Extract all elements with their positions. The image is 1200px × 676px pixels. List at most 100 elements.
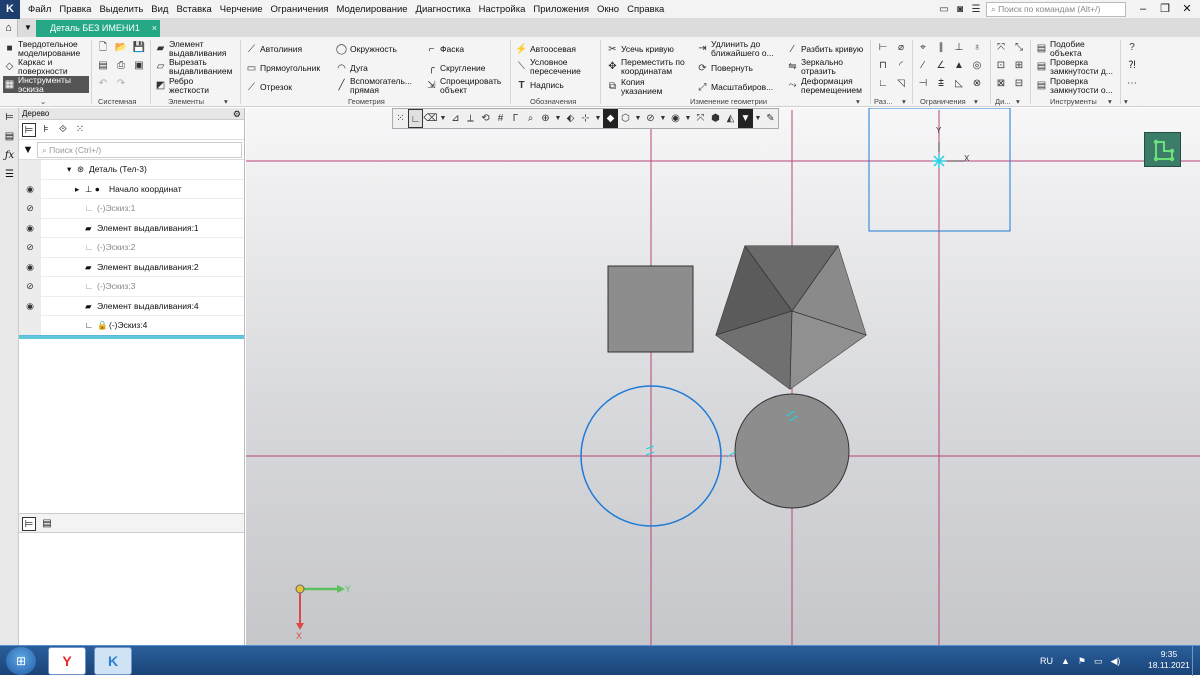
components-icon[interactable]: ⟐ <box>56 123 70 137</box>
dropdown-icon[interactable]: ▼ <box>753 109 763 128</box>
menu-settings[interactable]: Настройка <box>475 0 530 19</box>
menu-edit[interactable]: Правка <box>55 0 95 19</box>
eye-icon[interactable]: ◉ <box>19 257 41 277</box>
tree-item-sketch-1[interactable]: ⊘ ∟ (-)Эскиз:1 <box>19 199 244 219</box>
parallel-icon[interactable]: ∥ <box>934 41 948 55</box>
start-button[interactable]: ⊞ <box>6 647 36 675</box>
similar-object-button[interactable]: ▤ Подобие объекта <box>1035 40 1102 57</box>
eye-icon[interactable]: ◉ <box>19 296 41 316</box>
rectangle-button[interactable]: ▭ Прямоугольник <box>245 62 320 75</box>
shaded-cube-icon[interactable]: ◆ <box>603 109 618 128</box>
trim-button[interactable]: ✂ Усечь кривую <box>606 43 674 56</box>
diag-clear-icon[interactable]: ⊟ <box>1012 77 1026 91</box>
show-desktop-button[interactable] <box>1192 646 1200 676</box>
language-indicator[interactable]: RU <box>1040 656 1053 666</box>
tree-item-sketch-2[interactable]: ⊘ ∟ (-)Эскиз:2 <box>19 238 244 258</box>
eye-hidden-icon[interactable]: ⊘ <box>19 199 41 218</box>
tips-icon[interactable]: ⋯ <box>1125 77 1139 91</box>
perpendicular-icon[interactable]: ⊥ <box>952 41 966 55</box>
tree-item-sketch-4[interactable]: ∟ 🔒 (-)Эскиз:4 <box>19 316 244 336</box>
extrude-button[interactable]: ▰ Элемент выдавливания <box>154 40 237 57</box>
arc-button[interactable]: ◠ Дуга <box>335 62 368 75</box>
structure-view-icon[interactable]: ⊨ <box>22 123 36 137</box>
visibility-eye-icon[interactable]: ◉ <box>668 109 683 128</box>
command-search-input[interactable]: ⌕ Поиск по командам (Alt+/) <box>986 2 1126 17</box>
exit-sketch-button[interactable] <box>1144 132 1181 167</box>
group-edit-expand-icon[interactable]: ▾ <box>856 97 860 106</box>
menu-constraints[interactable]: Ограничения <box>267 0 333 19</box>
menu-diagnostics[interactable]: Диагностика <box>412 0 475 19</box>
zoom-rotate-icon[interactable]: ⟲ <box>478 109 493 128</box>
app-logo-icon[interactable]: K <box>0 0 20 19</box>
save-icon[interactable]: 💾 <box>132 41 146 55</box>
concentric-icon[interactable]: ◎ <box>970 59 984 73</box>
auto-axis-button[interactable]: ⚡ Автоосевая <box>515 43 576 56</box>
move-coords-button[interactable]: ✥ Переместить по координатам <box>606 58 691 75</box>
fillet-button[interactable]: ╭ Скругление <box>425 62 485 75</box>
diag-over-icon[interactable]: ⊠ <box>994 77 1008 91</box>
dropdown-icon[interactable]: ▼ <box>658 109 668 128</box>
aux-line-button[interactable]: ╱ Вспомогатель... прямая <box>335 77 418 94</box>
properties-icon[interactable]: ▣ <box>132 59 146 73</box>
diameter-icon[interactable]: ⌀ <box>894 41 908 55</box>
check-closed-2-button[interactable]: ▤ Проверка замкнутости о... <box>1035 77 1126 94</box>
menu-help[interactable]: Справка <box>623 0 668 19</box>
intersection-button[interactable]: ⟍ Условное пересечение <box>515 58 590 75</box>
kompas-icon[interactable]: K <box>94 647 132 675</box>
chamfer-button[interactable]: ⌐ Фаска <box>425 43 465 56</box>
eye-hidden-icon[interactable]: ⊘ <box>19 238 41 257</box>
orientation-icon[interactable]: ⬖ <box>563 109 578 128</box>
tree-item-extrude-4[interactable]: ◉ ▰ Элемент выдавливания:4 <box>19 296 244 316</box>
eraser-icon[interactable]: ⌫ <box>423 109 438 128</box>
local-cs-icon[interactable]: Γ <box>508 109 523 128</box>
dropdown-icon[interactable]: ▼ <box>633 109 643 128</box>
dropdown-icon[interactable]: ▼ <box>438 109 448 128</box>
grid-icon[interactable]: # <box>493 109 508 128</box>
open-folder-icon[interactable]: 📂 <box>114 41 128 55</box>
grid-dots-icon[interactable]: ⁙ <box>393 109 408 128</box>
perspective-icon[interactable]: ⬢ <box>708 109 723 128</box>
layers-icon[interactable]: ☰ <box>0 166 19 184</box>
project-button[interactable]: ⇲ Спроецировать объект <box>425 77 506 94</box>
radial-dim-icon[interactable]: ◜ <box>894 59 908 73</box>
diag-check-icon[interactable]: ⤡ <box>1012 41 1026 55</box>
tangent-icon[interactable]: ♁ <box>970 41 984 55</box>
menu-window[interactable]: Окно <box>593 0 623 19</box>
group-diag-expand-icon[interactable]: ▾ <box>1016 97 1020 106</box>
copy-button[interactable]: ⧉ Копия указанием <box>606 78 671 95</box>
menu-insert[interactable]: Вставка <box>172 0 215 19</box>
arc-dim-icon[interactable]: ◹ <box>894 77 908 91</box>
panel-settings-icon[interactable]: ⚙ <box>233 108 241 120</box>
help-icon[interactable]: ? <box>1125 41 1139 55</box>
extend-button[interactable]: ⇥ Удлинить до ближайшего о... <box>696 40 781 57</box>
group-tools-expand-icon[interactable]: ▾ <box>1108 97 1112 106</box>
eye-hidden-icon[interactable]: ⊘ <box>19 277 41 296</box>
action-center-icon[interactable]: ⚑ <box>1078 656 1086 667</box>
menu-drawing[interactable]: Черчение <box>216 0 267 19</box>
autoline-button[interactable]: ⟋ Автолиния <box>245 43 302 56</box>
tree-tab-icon[interactable]: ⊨ <box>22 517 36 531</box>
split-button[interactable]: ⁄ Разбить кривую <box>786 43 864 56</box>
settings-icon[interactable]: ☰ <box>968 0 984 19</box>
text-button[interactable]: T Надпись <box>515 79 563 92</box>
undo-icon[interactable]: ↶ <box>96 77 110 91</box>
wireframe-cube-icon[interactable]: ⬡ <box>618 109 633 128</box>
eye-icon[interactable]: ◉ <box>19 218 41 238</box>
new-file-icon[interactable]: 🗋 <box>96 41 110 55</box>
group-constraints-expand-icon[interactable]: ▾ <box>974 97 978 106</box>
eyedropper-icon[interactable]: ✎ <box>763 109 778 128</box>
yandex-browser-icon[interactable]: Y <box>48 647 86 675</box>
tree-view-icon[interactable]: ⊨ <box>0 109 19 127</box>
zoom-fit-icon[interactable]: ⊕ <box>538 109 553 128</box>
model-canvas[interactable] <box>246 108 1200 645</box>
rib-button[interactable]: ◩ Ребро жесткости <box>154 77 224 94</box>
fix-point-icon[interactable]: ⌖ <box>916 41 930 55</box>
group-view-icon[interactable]: ⁙ <box>73 123 87 137</box>
group-dim-expand-icon[interactable]: ▾ <box>902 97 906 106</box>
tree-item-sketch-3[interactable]: ⊘ ∟ (-)Эскиз:3 <box>19 277 244 297</box>
equal-length-icon[interactable]: ⩲ <box>934 77 948 91</box>
fullscreen-icon[interactable]: ▭ <box>936 0 952 19</box>
clock[interactable]: 9:35 18.11.2021 <box>1148 649 1190 671</box>
ribbon-expand-icon[interactable]: ▾ <box>1124 97 1128 106</box>
perpendicular-view-icon[interactable]: ⟂ <box>463 109 478 128</box>
